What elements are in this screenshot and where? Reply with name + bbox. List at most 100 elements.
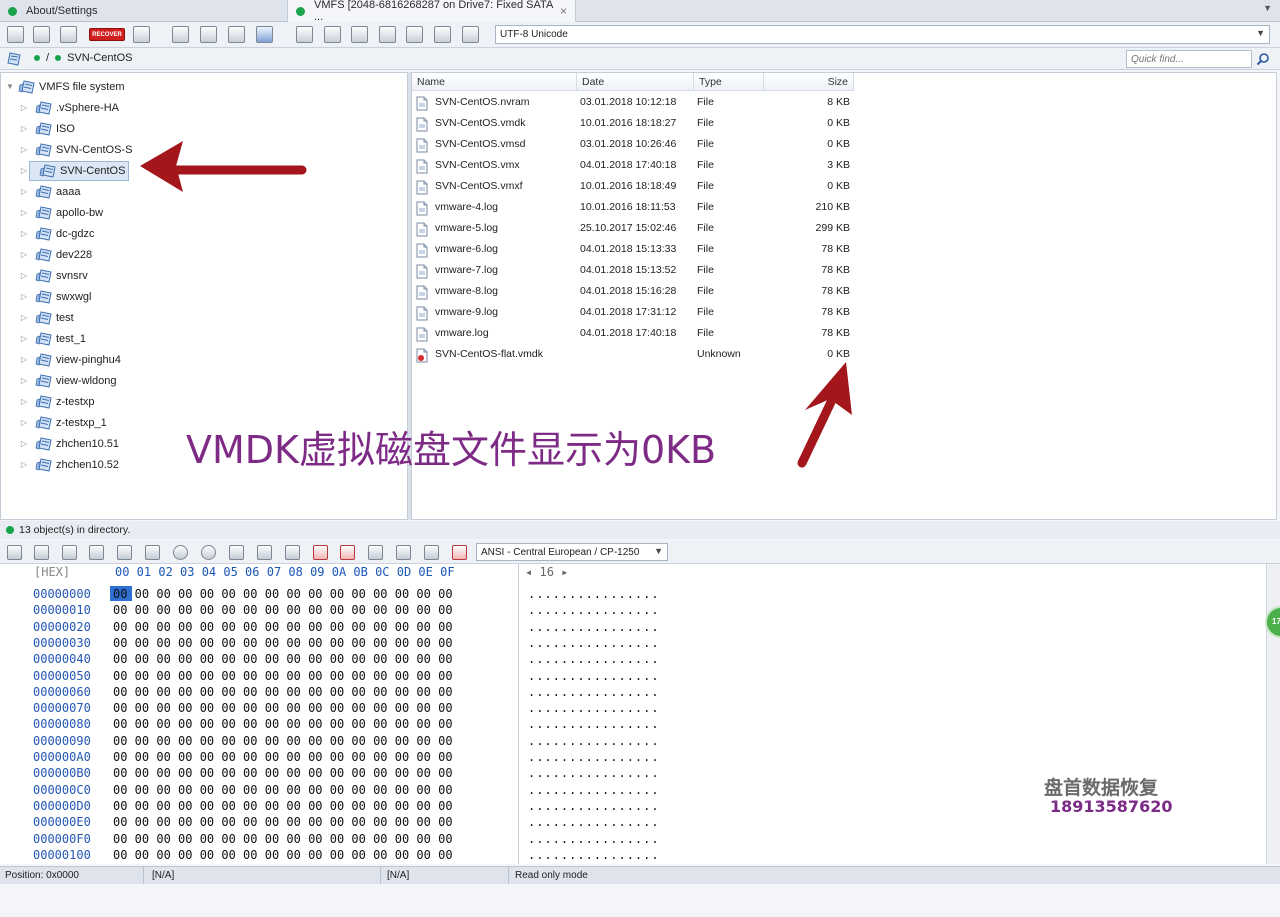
drive-icon[interactable]	[133, 26, 150, 43]
export-icon[interactable]	[351, 26, 368, 43]
hex-bytes[interactable]: 00 00 00 00 00 00 00 00 00 00 00 00 00 0…	[113, 652, 453, 666]
hex-row[interactable]: 00000040 00 00 00 00 00 00 00 00 00 00 00…	[0, 652, 700, 668]
hex-row[interactable]: 00000100 00 00 00 00 00 00 00 00 00 00 00…	[0, 848, 700, 864]
hex-bytes[interactable]: 00 00 00 00 00 00 00 00 00 00 00 00 00 0…	[113, 848, 453, 862]
hex-row[interactable]: 000000D0 00 00 00 00 00 00 00 00 00 00 00…	[0, 799, 700, 815]
expand-arrow-icon[interactable]: ▷	[19, 313, 29, 322]
bookmark-next-icon[interactable]	[396, 545, 411, 560]
hex-ascii[interactable]: ................	[528, 750, 660, 764]
expand-arrow-icon[interactable]: ▷	[19, 166, 29, 175]
file-row[interactable]: vmware-9.log 04.01.2018 17:31:12 File 78 KB	[412, 302, 854, 323]
save-icon[interactable]	[7, 545, 22, 560]
hex-row[interactable]: 00000020 00 00 00 00 00 00 00 00 00 00 00…	[0, 620, 700, 636]
expand-arrow-icon[interactable]: ▷	[19, 460, 29, 469]
expand-arrow-icon[interactable]: ▷	[19, 187, 29, 196]
file-row[interactable]: SVN-CentOS-flat.vmdk Unknown 0 KB	[412, 344, 854, 365]
expand-arrow-icon[interactable]: ▷	[19, 376, 29, 385]
tree-item[interactable]: ▷ test	[19, 307, 74, 328]
recover-button[interactable]: RECOVER	[89, 28, 125, 41]
column-header-date[interactable]: Date	[577, 73, 694, 91]
hand-icon[interactable]	[462, 26, 479, 43]
tree-item[interactable]: ▷ .vSphere-HA	[19, 97, 119, 118]
file-row[interactable]: vmware-5.log 25.10.2017 15:02:46 File 299 K…	[412, 218, 854, 239]
hex-row[interactable]: 000000A0 00 00 00 00 00 00 00 00 00 00 00…	[0, 750, 700, 766]
search-icon[interactable]	[1256, 52, 1270, 66]
bookmark-flag-icon[interactable]	[313, 545, 328, 560]
save-icon[interactable]	[7, 26, 24, 43]
expand-arrow-icon[interactable]: ▷	[19, 397, 29, 406]
hex-bytes[interactable]: 00 00 00 00 00 00 00 00 00 00 00 00 00 0…	[113, 685, 453, 699]
hex-ascii[interactable]: ................	[528, 620, 660, 634]
file-row[interactable]: SVN-CentOS.vmdk 10.01.2016 18:18:27 File 0 …	[412, 113, 854, 134]
hex-ascii[interactable]: ................	[528, 815, 660, 829]
expand-arrow-icon[interactable]: ▷	[19, 145, 29, 154]
hex-bytes[interactable]: 00 00 00 00 00 00 00 00 00 00 00 00 00 0…	[113, 815, 453, 829]
file-row[interactable]: vmware.log 04.01.2018 17:40:18 File 78 KB	[412, 323, 854, 344]
hex-ascii[interactable]: ................	[528, 652, 660, 666]
hex-bytes[interactable]: 00 00 00 00 00 00 00 00 00 00 00 00 00 0…	[113, 734, 453, 748]
tab-menu-chevron-icon[interactable]: ▼	[1263, 3, 1272, 13]
hex-bytes[interactable]: 00 00 00 00 00 00 00 00 00 00 00 00 00 0…	[113, 750, 453, 764]
expand-arrow-icon[interactable]: ▷	[19, 439, 29, 448]
hex-bytes[interactable]: 00 00 00 00 00 00 00 00 00 00 00 00 00 0…	[113, 832, 453, 846]
tree-item[interactable]: ▷ aaaa	[19, 181, 80, 202]
copy-icon[interactable]	[62, 545, 77, 560]
print-icon[interactable]	[434, 26, 451, 43]
tree-item[interactable]: ▷ z-testxp_1	[19, 412, 107, 433]
hex-ascii[interactable]: ................	[528, 734, 660, 748]
hex-encoding-select[interactable]: ANSI - Central European / CP-1250 ▼	[476, 543, 668, 561]
bookmark-goto-icon[interactable]	[340, 545, 355, 560]
hex-bytes[interactable]: 00 00 00 00 00 00 00 00 00 00 00 00 00 0…	[113, 603, 453, 617]
expand-arrow-icon[interactable]: ▷	[19, 418, 29, 427]
hex-bytes[interactable]: 00 00 00 00 00 00 00 00 00 00 00 00 00 0…	[113, 669, 453, 683]
hex-bytes[interactable]: 00 00 00 00 00 00 00 00 00 00 00 00 00 0…	[113, 799, 453, 813]
hex-ascii[interactable]: ................	[528, 848, 660, 862]
back-icon[interactable]	[173, 545, 188, 560]
collapse-arrow-icon[interactable]: ▼	[5, 82, 15, 91]
hex-row[interactable]: 000000F0 00 00 00 00 00 00 00 00 00 00 00…	[0, 832, 700, 848]
file-row[interactable]: vmware-6.log 04.01.2018 15:13:33 File 78 KB	[412, 239, 854, 260]
file-row[interactable]: SVN-CentOS.vmsd 03.01.2018 10:26:46 File 0 …	[412, 134, 854, 155]
hex-ascii[interactable]: ................	[528, 766, 660, 780]
bug-icon[interactable]	[379, 26, 396, 43]
select-icon[interactable]	[200, 26, 217, 43]
hex-ascii[interactable]: ................	[528, 587, 660, 601]
hex-row[interactable]: 00000090 00 00 00 00 00 00 00 00 00 00 00…	[0, 734, 700, 750]
sync-icon[interactable]	[424, 545, 439, 560]
hex-row[interactable]: 00000070 00 00 00 00 00 00 00 00 00 00 00…	[0, 701, 700, 717]
tree-root[interactable]: ▼ VMFS file system	[5, 76, 125, 97]
edit-pen-icon[interactable]	[452, 545, 467, 560]
block-start-icon[interactable]	[257, 545, 272, 560]
goto-icon[interactable]	[229, 545, 244, 560]
hex-ascii[interactable]: ................	[528, 685, 660, 699]
select-all-icon[interactable]	[34, 545, 49, 560]
hex-row[interactable]: 00000050 00 00 00 00 00 00 00 00 00 00 00…	[0, 669, 700, 685]
back-icon[interactable]	[172, 26, 189, 43]
quick-find-input[interactable]	[1127, 51, 1251, 67]
bookmark-prev-icon[interactable]	[368, 545, 383, 560]
tree-item[interactable]: ▷ z-testxp	[19, 391, 95, 412]
tab-about-settings[interactable]: About/Settings	[0, 0, 288, 22]
tree-item[interactable]: ▷ zhchen10.52	[19, 454, 119, 475]
hex-bytes[interactable]: 00 00 00 00 00 00 00 00 00 00 00 00 00 0…	[113, 701, 453, 715]
file-row[interactable]: SVN-CentOS.vmxf 10.01.2016 18:18:49 File 0 …	[412, 176, 854, 197]
tree-item[interactable]: ▷ test_1	[19, 328, 86, 349]
bytes-per-row-control[interactable]: ◂ 16 ▸	[525, 565, 568, 579]
column-header-type[interactable]: Type	[694, 73, 764, 91]
tree-item[interactable]: ▷ SVN-CentOS	[19, 160, 130, 181]
hex-ascii[interactable]: ................	[528, 603, 660, 617]
hex-ascii[interactable]: ................	[528, 636, 660, 650]
hex-bytes[interactable]: 00 00 00 00 00 00 00 00 00 00 00 00 00 0…	[113, 636, 453, 650]
expand-arrow-icon[interactable]: ▷	[19, 355, 29, 364]
tree-item[interactable]: ▷ swxwgl	[19, 286, 91, 307]
column-header-size[interactable]: Size	[764, 73, 854, 91]
tree-item[interactable]: ▷ dc-gdzc	[19, 223, 95, 244]
breadcrumb-current[interactable]: SVN-CentOS	[67, 52, 132, 64]
tab-vmfs[interactable]: VMFS [2048-6816268287 on Drive7: Fixed S…	[288, 0, 576, 23]
expand-arrow-icon[interactable]: ▷	[19, 124, 29, 133]
expand-arrow-icon[interactable]: ▷	[19, 103, 29, 112]
hex-ascii[interactable]: ................	[528, 701, 660, 715]
hex-row[interactable]: 00000030 00 00 00 00 00 00 00 00 00 00 00…	[0, 636, 700, 652]
hex-row[interactable]: 000000B0 00 00 00 00 00 00 00 00 00 00 00…	[0, 766, 700, 782]
tool-icon[interactable]	[296, 26, 313, 43]
